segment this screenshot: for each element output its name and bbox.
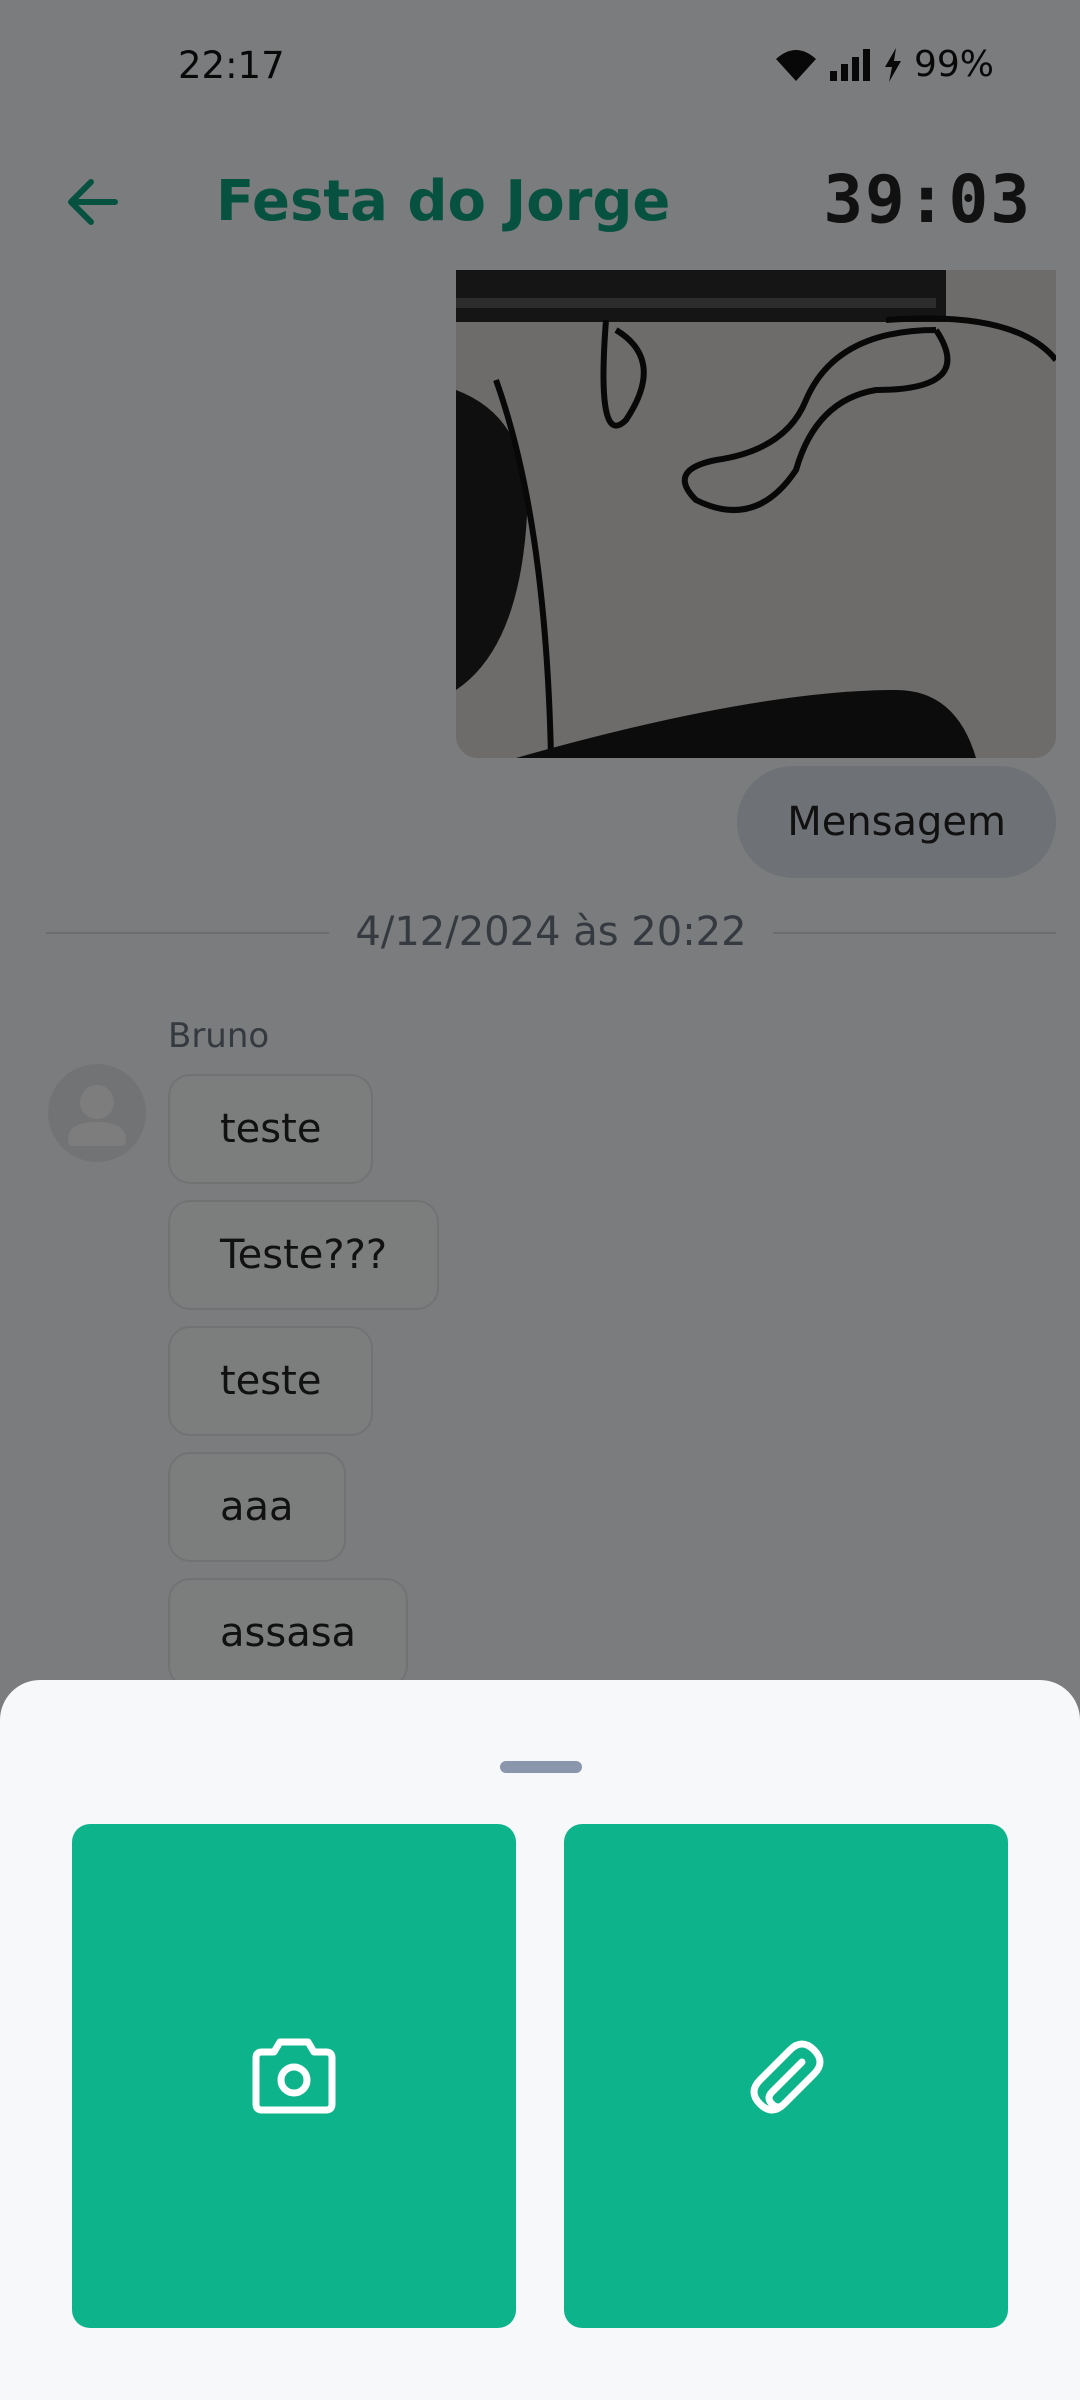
attachment-sheet — [0, 1680, 1080, 2400]
camera-button[interactable] — [72, 1824, 516, 2328]
chat-screen: 22:17 99% Festa do Jorge 39:03 — [0, 0, 1080, 2400]
sheet-drag-handle[interactable] — [500, 1761, 582, 1773]
paperclip-icon — [750, 2040, 824, 2114]
camera-icon — [252, 2038, 336, 2114]
attach-file-button[interactable] — [564, 1824, 1008, 2328]
